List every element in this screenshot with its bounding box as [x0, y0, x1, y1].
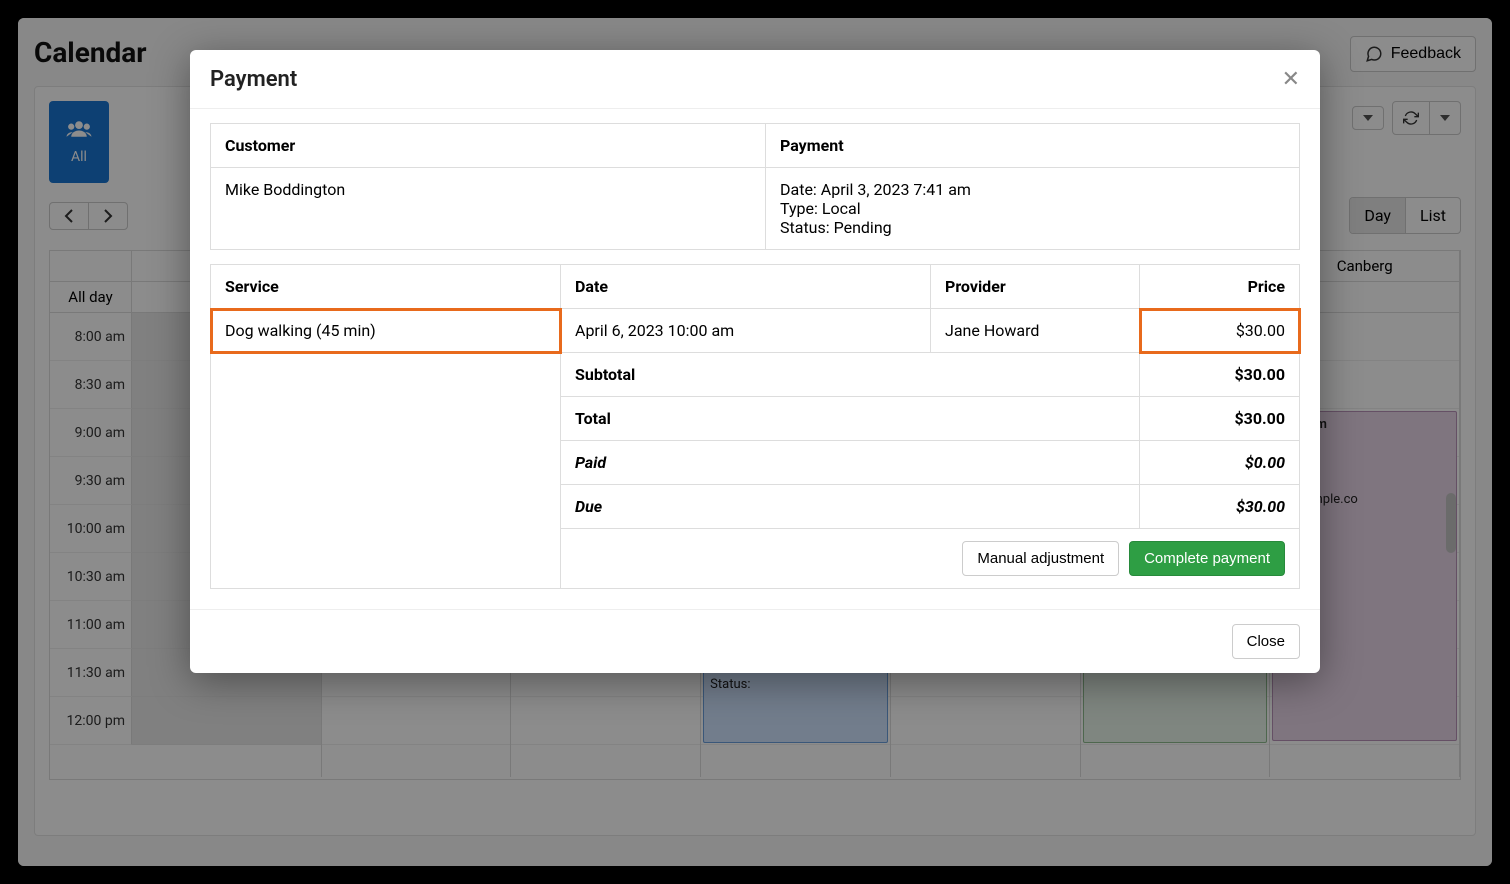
modal-title: Payment — [210, 67, 297, 92]
service-header: Service — [211, 265, 561, 309]
customer-payment-table: Customer Payment Mike Boddington Date: A… — [210, 123, 1300, 250]
due-value: $30.00 — [1140, 485, 1300, 529]
close-button[interactable]: Close — [1232, 624, 1300, 659]
total-label: Total — [561, 397, 1140, 441]
complete-payment-button[interactable]: Complete payment — [1129, 541, 1285, 576]
close-icon[interactable]: ✕ — [1282, 66, 1300, 92]
service-date: April 6, 2023 10:00 am — [561, 309, 931, 353]
payment-details: Date: April 3, 2023 7:41 am Type: Local … — [766, 168, 1300, 250]
date-header: Date — [561, 265, 931, 309]
service-value: Dog walking (45 min) — [211, 309, 561, 353]
due-label: Due — [561, 485, 1140, 529]
customer-name: Mike Boddington — [211, 168, 766, 250]
provider-header: Provider — [931, 265, 1140, 309]
payment-modal: Payment ✕ Customer Payment Mike Boddingt… — [190, 50, 1320, 673]
total-value: $30.00 — [1140, 397, 1300, 441]
price-header: Price — [1140, 265, 1300, 309]
service-price: $30.00 — [1140, 309, 1300, 353]
paid-value: $0.00 — [1140, 441, 1300, 485]
service-provider: Jane Howard — [931, 309, 1140, 353]
modal-overlay: Payment ✕ Customer Payment Mike Boddingt… — [18, 18, 1492, 866]
subtotal-value: $30.00 — [1140, 353, 1300, 397]
paid-label: Paid — [561, 441, 1140, 485]
customer-header: Customer — [211, 124, 766, 168]
service-table: Service Date Provider Price Dog walking … — [210, 264, 1300, 589]
manual-adjustment-button[interactable]: Manual adjustment — [962, 541, 1119, 576]
payment-header: Payment — [766, 124, 1300, 168]
subtotal-label: Subtotal — [561, 353, 1140, 397]
